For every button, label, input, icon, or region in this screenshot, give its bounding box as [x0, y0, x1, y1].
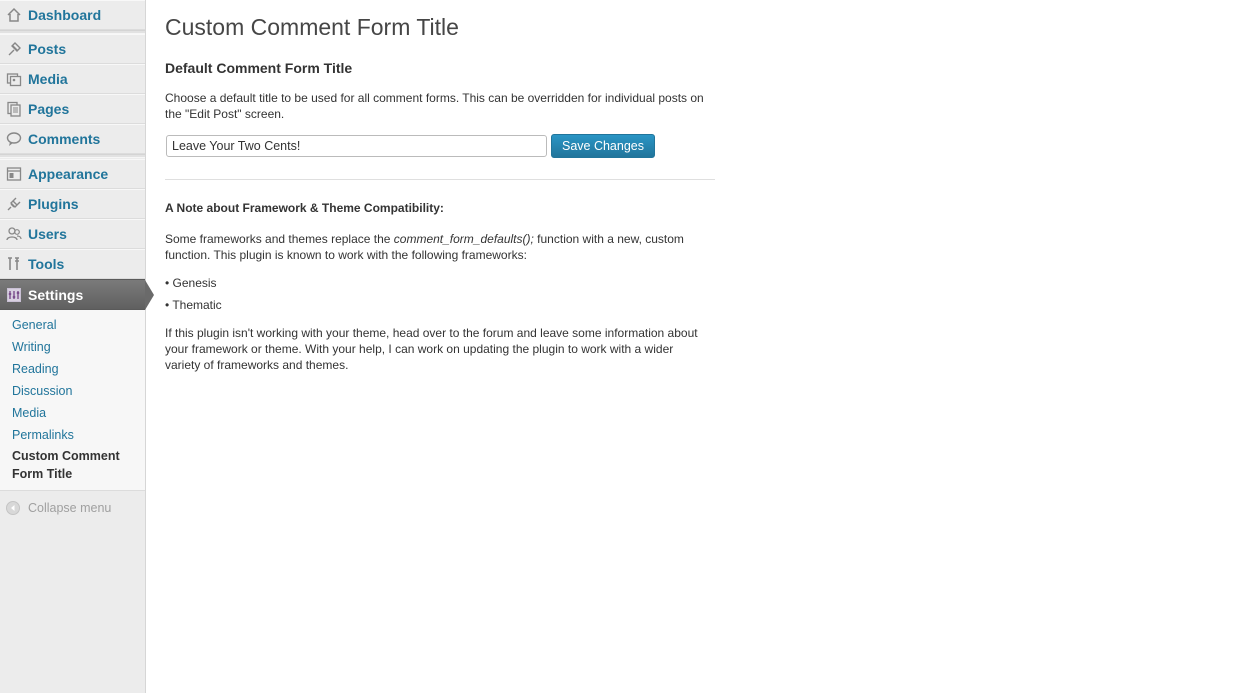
menu-label: Posts [28, 41, 67, 57]
submenu-label-line: Custom Comment [12, 449, 120, 463]
menu-posts[interactable]: Posts [0, 34, 145, 64]
media-icon [6, 71, 22, 87]
pages-icon [6, 101, 22, 117]
menu-label: Media [28, 71, 68, 87]
submenu-permalinks[interactable]: Permalinks [12, 428, 74, 442]
menu-plugins[interactable]: Plugins [0, 189, 145, 219]
framework-item: • Thematic [165, 298, 222, 312]
menu-label: Pages [28, 101, 70, 117]
dashboard-icon [6, 7, 22, 23]
note-text: function with a new, custom [533, 232, 684, 246]
submenu-label-line: Form Title [12, 467, 73, 481]
submenu-discussion[interactable]: Discussion [12, 384, 72, 398]
section-title: Default Comment Form Title [165, 60, 353, 76]
comment-bubble-icon [6, 131, 22, 147]
menu-separator [0, 154, 145, 158]
description: Choose a default title to be used for al… [165, 90, 725, 122]
note-line: If this plugin isn't working with your t… [165, 326, 698, 340]
framework-item: • Genesis [165, 276, 217, 290]
menu-appearance[interactable]: Appearance [0, 159, 145, 189]
admin-sidebar: Dashboard Posts Media Pages Comments App… [0, 0, 154, 693]
page-title: Custom Comment Form Title [165, 14, 459, 40]
menu-media[interactable]: Media [0, 64, 145, 94]
note-line: your framework or theme. With your help,… [165, 342, 674, 356]
menu-comments[interactable]: Comments [0, 124, 145, 154]
collapse-arrow-icon [6, 501, 20, 515]
save-changes-button[interactable]: Save Changes [551, 134, 655, 158]
pin-icon [6, 41, 22, 57]
note-text: Some frameworks and themes replace the [165, 232, 394, 246]
note-title: A Note about Framework & Theme Compatibi… [165, 201, 444, 215]
settings-icon [6, 287, 22, 303]
tools-icon [6, 256, 22, 272]
menu-label: Tools [28, 256, 65, 272]
menu-label: Dashboard [28, 7, 102, 23]
settings-submenu: General Writing Reading Discussion Media… [0, 310, 145, 491]
submenu-media[interactable]: Media [12, 406, 46, 420]
divider [165, 179, 715, 180]
comment-form-title-input[interactable] [166, 135, 547, 157]
note-line: Some frameworks and themes replace the c… [165, 231, 725, 247]
menu-label: Users [28, 226, 67, 242]
collapse-menu-label: Collapse menu [28, 501, 112, 515]
menu-dashboard[interactable]: Dashboard [0, 0, 145, 30]
submenu-reading[interactable]: Reading [12, 362, 59, 376]
menu-label: Plugins [28, 196, 79, 212]
appearance-icon [6, 166, 22, 182]
menu-label: Appearance [28, 166, 109, 182]
users-icon [6, 226, 22, 242]
submenu-writing[interactable]: Writing [12, 340, 51, 354]
menu-label: Comments [28, 131, 101, 147]
menu-settings[interactable]: Settings [0, 279, 154, 310]
description-line: the "Edit Post" screen. [165, 107, 285, 121]
submenu-general[interactable]: General [12, 318, 56, 332]
menu-pages[interactable]: Pages [0, 94, 145, 124]
submenu-custom-comment-form-title[interactable]: Custom Comment Form Title [12, 447, 120, 483]
note-paragraph-2: If this plugin isn't working with your t… [165, 325, 725, 373]
code-function-name: comment_form_defaults(); [393, 232, 534, 246]
collapse-menu-button[interactable]: Collapse menu [6, 501, 111, 515]
description-line: Choose a default title to be used for al… [165, 91, 704, 105]
menu-users[interactable]: Users [0, 219, 145, 249]
plug-icon [6, 196, 22, 212]
menu-label: Settings [28, 286, 84, 303]
note-line: variety of frameworks and themes. [165, 358, 349, 372]
note-paragraph-1: Some frameworks and themes replace the c… [165, 231, 725, 263]
menu-tools[interactable]: Tools [0, 249, 145, 279]
note-line: function. This plugin is known to work w… [165, 248, 527, 262]
